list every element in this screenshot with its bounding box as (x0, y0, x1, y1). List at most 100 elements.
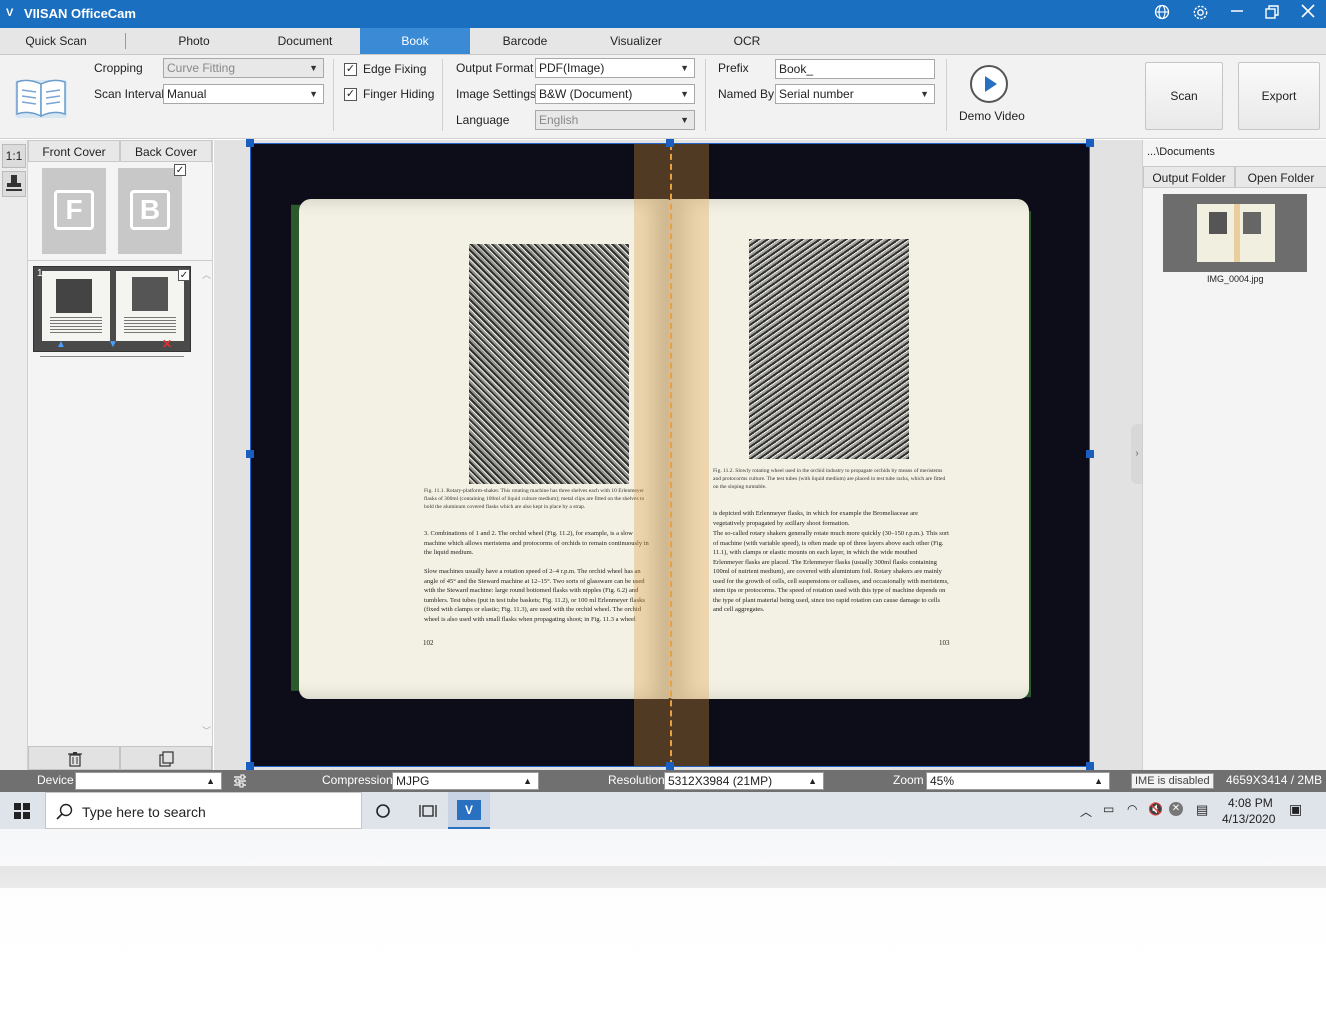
tab-barcode[interactable]: Barcode (470, 28, 580, 54)
cropping-select: Curve Fitting ▼ (163, 58, 324, 78)
output-file-name: IMG_0004.jpg (1207, 274, 1264, 284)
delete-button[interactable] (28, 746, 120, 770)
scroll-up-icon[interactable]: ︿ (202, 268, 211, 281)
camera-settings-icon[interactable] (232, 773, 248, 792)
crop-handle[interactable] (666, 762, 674, 770)
officecam-app-icon: V (457, 800, 481, 820)
crop-handle[interactable] (246, 450, 254, 458)
cortana-icon[interactable] (363, 792, 403, 829)
show-hidden-icons-icon[interactable]: ︿ (1080, 803, 1092, 820)
page-thumbnail-pair[interactable]: 1 ▲ ▼ ✕ ✓ (33, 266, 191, 352)
edge-fixing-checkbox[interactable]: ✓ (344, 63, 357, 76)
cropping-value: Curve Fitting (167, 61, 236, 75)
tab-document[interactable]: Document (250, 28, 360, 54)
compression-select[interactable]: MJPG ▲ (392, 772, 539, 790)
center-split-line[interactable] (670, 144, 672, 766)
image-settings-select[interactable]: B&W (Document) ▼ (535, 84, 695, 104)
export-button[interactable]: Export (1238, 62, 1320, 130)
demo-video-button[interactable] (969, 64, 1009, 104)
output-thumbnail[interactable] (1163, 194, 1307, 272)
page-checkbox[interactable]: ✓ (178, 269, 190, 281)
app-logo-icon: V (6, 7, 14, 19)
crop-handle[interactable] (246, 762, 254, 770)
clock-time[interactable]: 4:08 PM (1228, 796, 1273, 810)
named-by-select[interactable]: Serial number ▼ (775, 84, 935, 104)
open-folder-button[interactable]: Open Folder (1235, 166, 1326, 188)
tab-quick-scan[interactable]: Quick Scan (0, 28, 112, 54)
thumbnail-figure (1243, 212, 1261, 234)
ribbon-divider (333, 59, 334, 131)
right-page-caption: Fig. 11.2. Slowly rotating wheel used in… (713, 468, 946, 490)
crop-handle[interactable] (1086, 762, 1094, 770)
volume-muted-icon[interactable]: 🔇 (1148, 802, 1163, 816)
ime-disabled-icon[interactable]: ✕ (1169, 802, 1183, 816)
tab-book[interactable]: Book (360, 28, 470, 54)
gear-icon[interactable] (1189, 4, 1211, 24)
network-adapter-icon[interactable]: ▭ (1103, 802, 1114, 816)
wifi-icon[interactable]: ◠ (1127, 802, 1137, 816)
prefix-input[interactable]: Book_ (775, 59, 935, 79)
task-view-icon[interactable] (408, 792, 448, 829)
front-cover-letter: F (54, 190, 94, 230)
back-cover-button[interactable]: Back Cover (120, 140, 212, 162)
device-select[interactable]: ▲ (75, 772, 222, 790)
copy-button[interactable] (120, 746, 212, 770)
restore-icon[interactable] (1261, 4, 1283, 24)
output-format-select[interactable]: PDF(Image) ▼ (535, 58, 695, 78)
ime-tooltip: IME is disabled (1131, 773, 1214, 789)
thumbnail-figure (132, 277, 168, 311)
front-cover-slot[interactable]: F (42, 168, 106, 254)
crop-handle[interactable] (666, 139, 674, 147)
image-settings-value: B&W (Document) (539, 87, 633, 101)
back-cover-slot[interactable]: B (118, 168, 182, 254)
page-thumbnail-left (42, 271, 110, 341)
back-cover-letter: B (130, 190, 170, 230)
zoom-select[interactable]: 45% ▲ (926, 772, 1110, 790)
finger-hiding-checkbox[interactable]: ✓ (344, 88, 357, 101)
left-tool-strip: 1:1 (0, 140, 28, 770)
globe-icon[interactable] (1151, 4, 1173, 24)
output-format-label: Output Format (456, 61, 534, 75)
scroll-down-icon[interactable]: ﹀ (202, 724, 211, 737)
scan-interval-select[interactable]: Manual ▼ (163, 84, 324, 104)
crop-handle[interactable] (246, 139, 254, 147)
taskbar-search-box[interactable]: Type here to search (45, 792, 362, 829)
move-down-icon[interactable]: ▼ (108, 339, 118, 350)
close-icon[interactable] (1297, 4, 1319, 24)
output-folder-button[interactable]: Output Folder (1143, 166, 1235, 188)
crop-handle[interactable] (1086, 450, 1094, 458)
tab-ocr[interactable]: OCR (692, 28, 802, 54)
right-page-paragraph-2: The so-called rotary shakers generally r… (713, 530, 949, 613)
clock-date[interactable]: 4/13/2020 (1222, 812, 1275, 826)
ime-mode-icon[interactable]: ▤ (1196, 802, 1208, 818)
zoom-value: 45% (930, 774, 955, 788)
chevron-down-icon: ▼ (309, 63, 318, 73)
compression-label: Compression (322, 773, 393, 787)
chevron-down-icon: ▼ (309, 89, 318, 99)
tab-visualizer[interactable]: Visualizer (580, 28, 692, 54)
tab-photo[interactable]: Photo (140, 28, 248, 54)
chevron-down-icon: ▼ (680, 89, 689, 99)
windows-start-icon[interactable] (2, 792, 42, 829)
scan-button[interactable]: Scan (1145, 62, 1223, 130)
book-icon (12, 72, 70, 123)
ratio-1-1-button[interactable]: 1:1 (2, 144, 26, 168)
finger-hiding-label: Finger Hiding (363, 87, 435, 101)
named-by-value: Serial number (779, 87, 854, 101)
reflection-fade (0, 829, 1326, 1012)
thumbnail-gutter (1234, 204, 1240, 262)
front-cover-button[interactable]: Front Cover (28, 140, 120, 162)
scan-preview[interactable]: Fig. 11.1. Rotary-platform-shaker. This … (250, 143, 1090, 767)
resolution-select[interactable]: 5312X3984 (21MP) ▲ (664, 772, 824, 790)
back-cover-checkbox[interactable]: ✓ (174, 164, 186, 176)
chevron-down-icon: ▼ (680, 63, 689, 73)
page-thumbnail-right (116, 271, 184, 341)
minimize-icon[interactable] (1226, 4, 1248, 24)
crop-handle[interactable] (1086, 139, 1094, 147)
notification-center-icon[interactable]: ▣ (1289, 801, 1302, 818)
officecam-taskbar-button[interactable]: V (448, 792, 490, 829)
spread-indicator (40, 356, 184, 357)
move-up-icon[interactable]: ▲ (56, 339, 66, 350)
delete-page-icon[interactable]: ✕ (162, 337, 172, 351)
stamp-icon[interactable] (2, 171, 26, 197)
